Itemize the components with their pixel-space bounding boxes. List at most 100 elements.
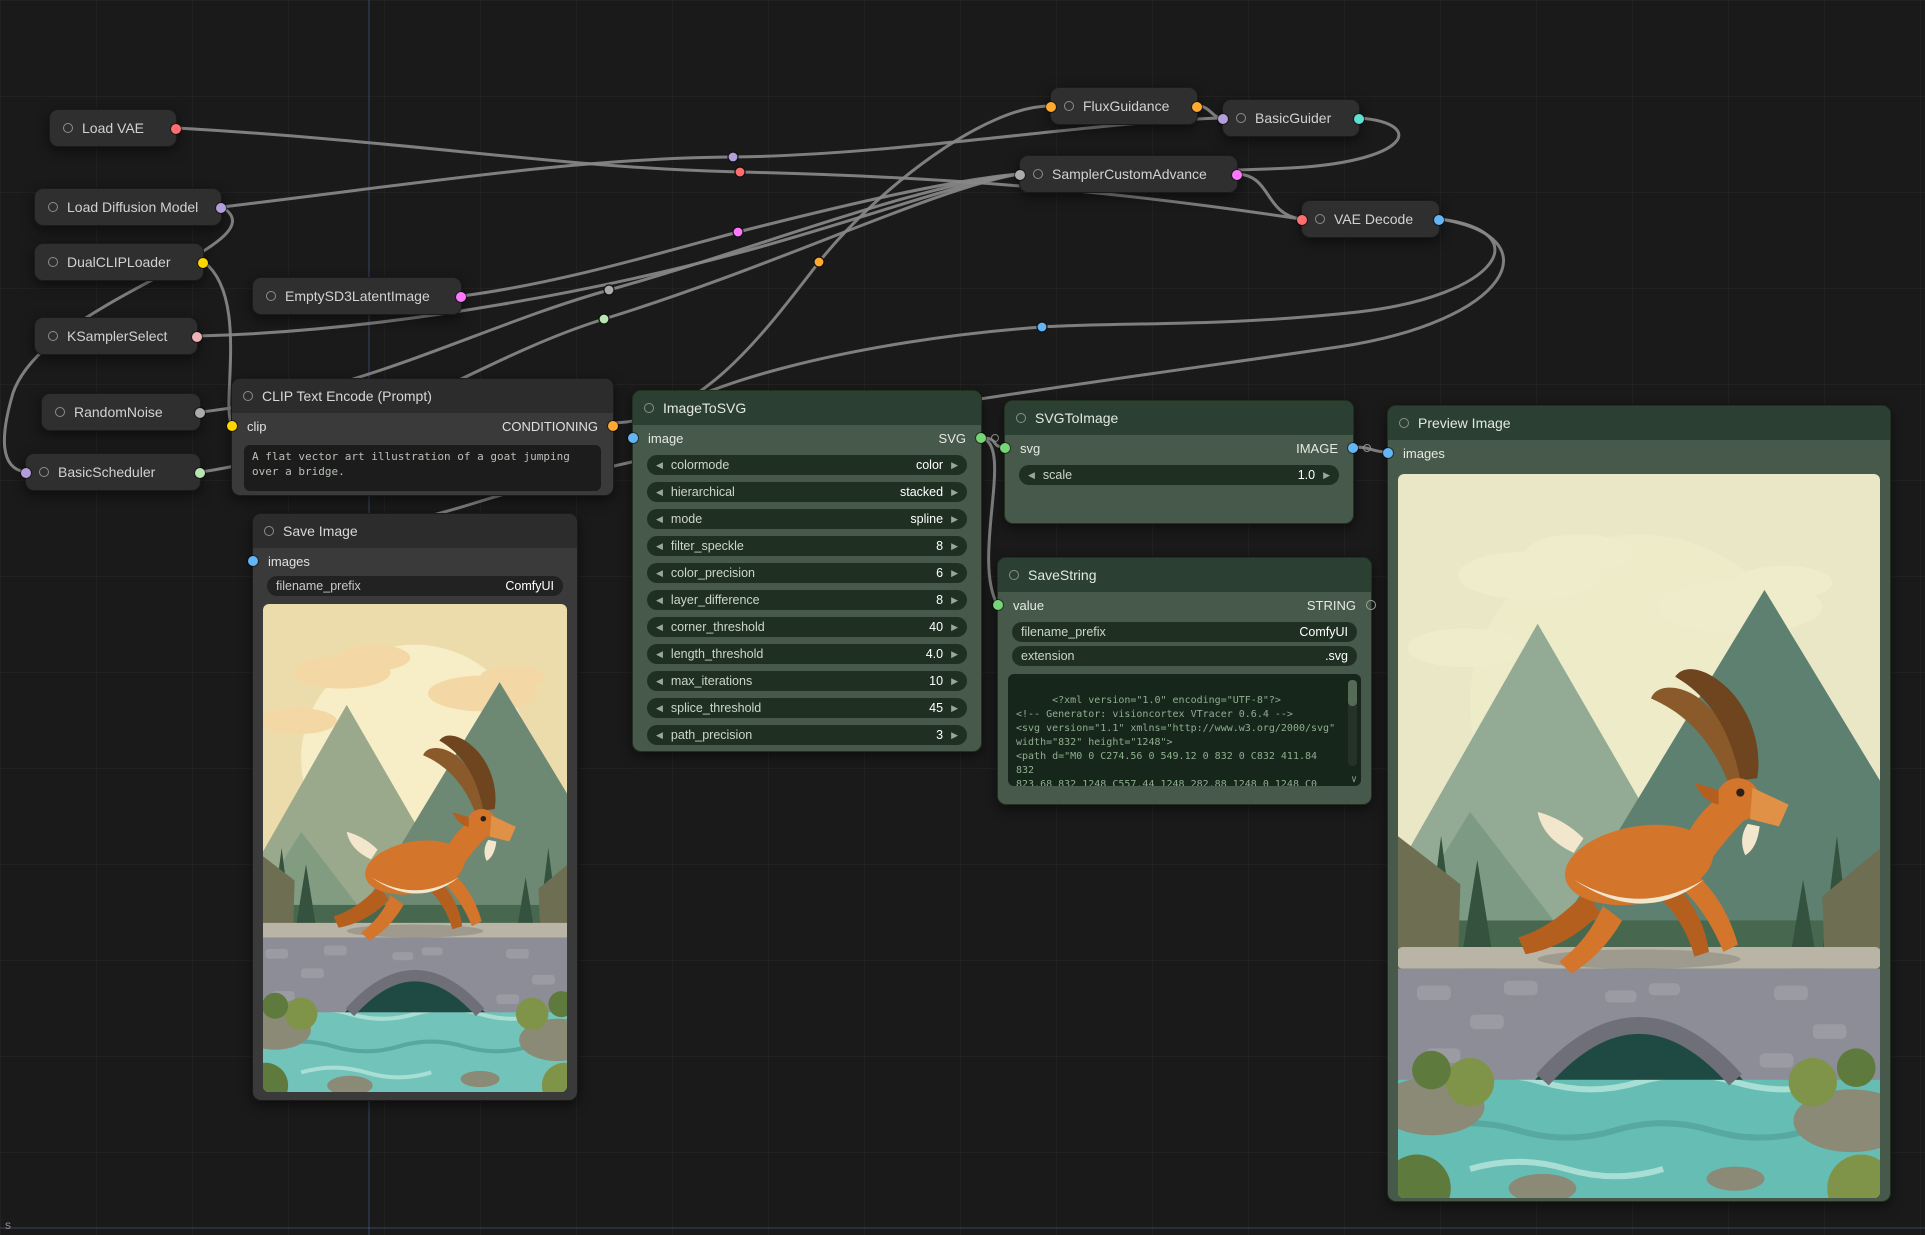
widget-length-threshold[interactable]: ◀ length_threshold 4.0 ▶: [647, 644, 967, 664]
node-ksamplerselect[interactable]: KSamplerSelect: [34, 317, 198, 355]
widget-color-precision[interactable]: ◀ color_precision 6 ▶: [647, 563, 967, 583]
collapse-icon[interactable]: [644, 403, 654, 413]
node-fluxguidance[interactable]: FluxGuidance: [1050, 87, 1198, 125]
collapse-icon[interactable]: [48, 331, 58, 341]
input-slot-multi[interactable]: [1015, 170, 1025, 180]
widget-path-precision[interactable]: ◀ path_precision 3 ▶: [647, 725, 967, 745]
output-slot-clip[interactable]: [198, 258, 208, 268]
output-slot-latent[interactable]: [1232, 170, 1242, 180]
output-slot-guider[interactable]: [1354, 114, 1364, 124]
decrement-arrow-icon[interactable]: ◀: [656, 650, 663, 659]
widget-colormode[interactable]: ◀ colormode color ▶: [647, 455, 967, 475]
output-slot-conditioning[interactable]: [1192, 102, 1202, 112]
link-dot-sigmas[interactable]: [599, 314, 609, 324]
output-slot-svg[interactable]: [976, 433, 986, 443]
collapse-icon[interactable]: [1033, 169, 1043, 179]
increment-arrow-icon[interactable]: ▶: [951, 623, 958, 632]
increment-arrow-icon[interactable]: ▶: [951, 488, 958, 497]
node-titlebar[interactable]: Save Image: [253, 514, 577, 548]
node-titlebar[interactable]: Preview Image: [1388, 406, 1890, 440]
decrement-arrow-icon[interactable]: ◀: [1028, 471, 1035, 480]
collapse-icon[interactable]: [55, 407, 65, 417]
output-slot-string[interactable]: [1366, 600, 1376, 610]
collapse-icon[interactable]: [1236, 113, 1246, 123]
node-load-vae[interactable]: Load VAE: [49, 109, 177, 147]
collapse-icon[interactable]: [243, 391, 253, 401]
collapse-icon[interactable]: [39, 467, 49, 477]
decrement-arrow-icon[interactable]: ◀: [656, 623, 663, 632]
increment-arrow-icon[interactable]: ▶: [951, 542, 958, 551]
widget-corner-threshold[interactable]: ◀ corner_threshold 40 ▶: [647, 617, 967, 637]
input-slot-value[interactable]: [993, 600, 1003, 610]
link-dot-noise[interactable]: [604, 285, 614, 295]
input-slot-images[interactable]: [248, 556, 258, 566]
output-slot-latent[interactable]: [456, 292, 466, 302]
widget-splice-threshold[interactable]: ◀ splice_threshold 45 ▶: [647, 698, 967, 718]
collapse-icon[interactable]: [266, 291, 276, 301]
collapse-icon[interactable]: [1064, 101, 1074, 111]
collapse-icon[interactable]: [1399, 418, 1409, 428]
decrement-arrow-icon[interactable]: ◀: [656, 488, 663, 497]
decrement-arrow-icon[interactable]: ◀: [656, 542, 663, 551]
node-basicguider[interactable]: BasicGuider: [1222, 99, 1360, 137]
node-titlebar[interactable]: SaveString: [998, 558, 1371, 592]
output-slot-noise[interactable]: [195, 408, 205, 418]
node-randomnoise[interactable]: RandomNoise: [41, 393, 201, 431]
link-dot-model[interactable]: [728, 152, 738, 162]
node-basicscheduler[interactable]: BasicScheduler: [25, 453, 201, 491]
input-slot-images[interactable]: [1383, 448, 1393, 458]
filename-prefix-field[interactable]: filename_prefix ComfyUI: [1012, 622, 1357, 642]
filename-prefix-field[interactable]: filename_prefix ComfyUI: [267, 576, 563, 596]
widget-max-iterations[interactable]: ◀ max_iterations 10 ▶: [647, 671, 967, 691]
widget-hierarchical[interactable]: ◀ hierarchical stacked ▶: [647, 482, 967, 502]
collapse-icon[interactable]: [48, 202, 58, 212]
increment-arrow-icon[interactable]: ▶: [951, 650, 958, 659]
increment-arrow-icon[interactable]: ▶: [951, 569, 958, 578]
collapse-icon[interactable]: [1315, 214, 1325, 224]
decrement-arrow-icon[interactable]: ◀: [656, 461, 663, 470]
widget-filter-speckle[interactable]: ◀ filter_speckle 8 ▶: [647, 536, 967, 556]
node-titlebar[interactable]: SVGToImage: [1005, 401, 1353, 435]
collapse-icon[interactable]: [63, 123, 73, 133]
string-textarea[interactable]: <?xml version="1.0" encoding="UTF-8"?> <…: [1008, 674, 1361, 786]
link-dot-conditioning[interactable]: [814, 257, 824, 267]
node-load-diffusion-model[interactable]: Load Diffusion Model: [34, 188, 222, 226]
input-slot-conditioning[interactable]: [1046, 102, 1056, 112]
extension-field[interactable]: extension .svg: [1012, 646, 1357, 666]
collapse-icon[interactable]: [48, 257, 58, 267]
increment-arrow-icon[interactable]: ▶: [951, 461, 958, 470]
output-slot-vae[interactable]: [171, 124, 181, 134]
decrement-arrow-icon[interactable]: ◀: [656, 515, 663, 524]
input-slot-clip[interactable]: [227, 421, 237, 431]
collapse-icon[interactable]: [1016, 413, 1026, 423]
decrement-arrow-icon[interactable]: ◀: [656, 677, 663, 686]
output-slot-image[interactable]: [1434, 215, 1444, 225]
increment-arrow-icon[interactable]: ▶: [951, 731, 958, 740]
link-dot-image[interactable]: [1037, 322, 1047, 332]
increment-arrow-icon[interactable]: ▶: [951, 704, 958, 713]
increment-arrow-icon[interactable]: ▶: [951, 515, 958, 524]
decrement-arrow-icon[interactable]: ◀: [656, 731, 663, 740]
output-slot-conditioning[interactable]: [608, 421, 618, 431]
scroll-down-icon[interactable]: ∨: [1351, 775, 1357, 785]
input-slot-model[interactable]: [21, 468, 31, 478]
prompt-textarea[interactable]: A flat vector art illustration of a goat…: [244, 445, 601, 491]
output-slot-sigmas[interactable]: [195, 468, 205, 478]
node-emptysd3latentimage[interactable]: EmptySD3LatentImage: [252, 277, 462, 315]
increment-arrow-icon[interactable]: ▶: [951, 677, 958, 686]
increment-arrow-icon[interactable]: ▶: [951, 596, 958, 605]
decrement-arrow-icon[interactable]: ◀: [656, 596, 663, 605]
widget-mode[interactable]: ◀ mode spline ▶: [647, 509, 967, 529]
input-slot-svg[interactable]: [1000, 443, 1010, 453]
widget-scale[interactable]: ◀ scale 1.0 ▶: [1019, 465, 1339, 485]
input-slot-vae[interactable]: [1297, 215, 1307, 225]
scrollbar-thumb[interactable]: [1348, 680, 1357, 706]
collapse-icon[interactable]: [264, 526, 274, 536]
widget-layer-difference[interactable]: ◀ layer_difference 8 ▶: [647, 590, 967, 610]
link-dot-latent[interactable]: [733, 227, 743, 237]
node-dualcliploader[interactable]: DualCLIPLoader: [34, 243, 204, 281]
node-samplercustomadvance[interactable]: SamplerCustomAdvance: [1019, 155, 1238, 193]
decrement-arrow-icon[interactable]: ◀: [656, 704, 663, 713]
increment-arrow-icon[interactable]: ▶: [1323, 471, 1330, 480]
node-vae-decode[interactable]: VAE Decode: [1301, 200, 1440, 238]
